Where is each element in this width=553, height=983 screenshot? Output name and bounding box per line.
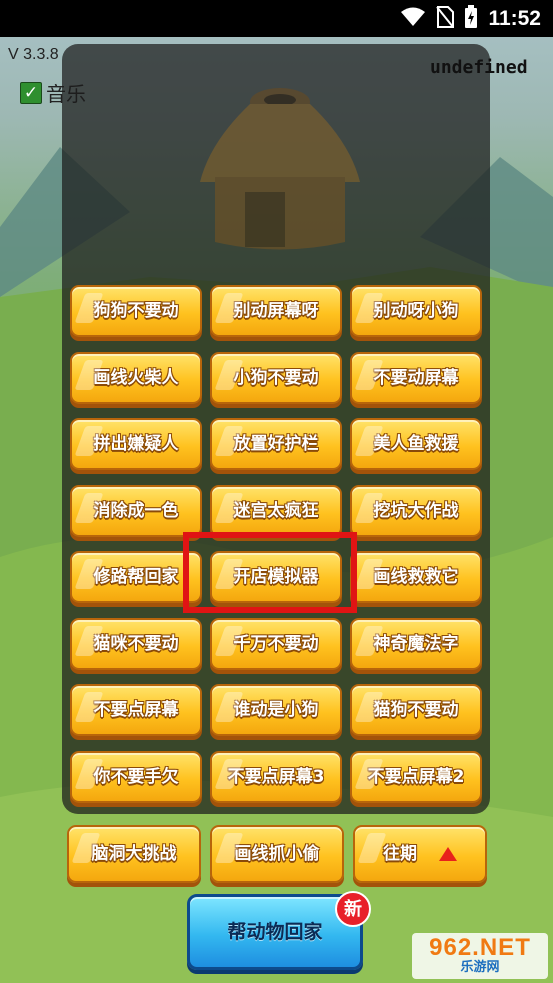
new-badge: 新 — [335, 891, 371, 927]
level-button[interactable]: 拼出嫌疑人 — [70, 418, 202, 470]
watermark-site-name: 乐游网 — [460, 960, 500, 975]
level-button[interactable]: 神奇魔法字 — [350, 618, 482, 670]
level-button[interactable]: 开店模拟器 — [210, 551, 342, 603]
level-button[interactable]: 不要点屏幕2 — [350, 751, 482, 803]
level-button[interactable]: 不要点屏幕3 — [210, 751, 342, 803]
level-button[interactable]: 猫狗不要动 — [350, 684, 482, 736]
wifi-icon — [400, 7, 426, 31]
level-button[interactable]: 画线救救它 — [350, 551, 482, 603]
no-sim-icon — [436, 5, 455, 32]
level-button[interactable]: 迷宫太疯狂 — [210, 485, 342, 537]
hut-illustration — [190, 72, 370, 256]
check-icon[interactable]: ✓ — [20, 81, 42, 104]
period-button[interactable]: 往期 — [353, 825, 487, 883]
level-button[interactable]: 千万不要动 — [210, 618, 342, 670]
triangle-up-icon — [439, 847, 457, 861]
level-button[interactable]: 画线火柴人 — [70, 352, 202, 404]
level-button[interactable]: 不要动屏幕 — [350, 352, 482, 404]
level-button[interactable]: 你不要手欠 — [70, 751, 202, 803]
level-button[interactable]: 猫咪不要动 — [70, 618, 202, 670]
level-button[interactable]: 挖坑大作战 — [350, 485, 482, 537]
status-text: undefined — [430, 57, 528, 78]
site-watermark: 962.NET 乐游网 — [412, 933, 548, 979]
battery-charging-icon — [464, 4, 478, 33]
level-button[interactable]: 狗狗不要动 — [70, 285, 202, 337]
period-label: 往期 — [383, 844, 417, 864]
brain-challenge-button[interactable]: 脑洞大挑战 — [67, 825, 201, 883]
level-button[interactable]: 不要点屏幕 — [70, 684, 202, 736]
clock: 11:52 — [488, 6, 541, 30]
level-button[interactable]: 小狗不要动 — [210, 352, 342, 404]
watermark-logo-text: 962.NET — [429, 934, 531, 961]
status-bar: 11:52 — [0, 0, 553, 37]
level-button[interactable]: 美人鱼救援 — [350, 418, 482, 470]
version-label: V 3.3.8 — [8, 46, 59, 63]
level-button[interactable]: 谁动是小狗 — [210, 684, 342, 736]
level-button[interactable]: 修路帮回家 — [70, 551, 202, 603]
draw-catch-thief-button[interactable]: 画线抓小偷 — [210, 825, 344, 883]
level-button[interactable]: 消除成一色 — [70, 485, 202, 537]
level-button[interactable]: 放置好护栏 — [210, 418, 342, 470]
level-button[interactable]: 别动屏幕呀 — [210, 285, 342, 337]
level-button[interactable]: 别动呀小狗 — [350, 285, 482, 337]
